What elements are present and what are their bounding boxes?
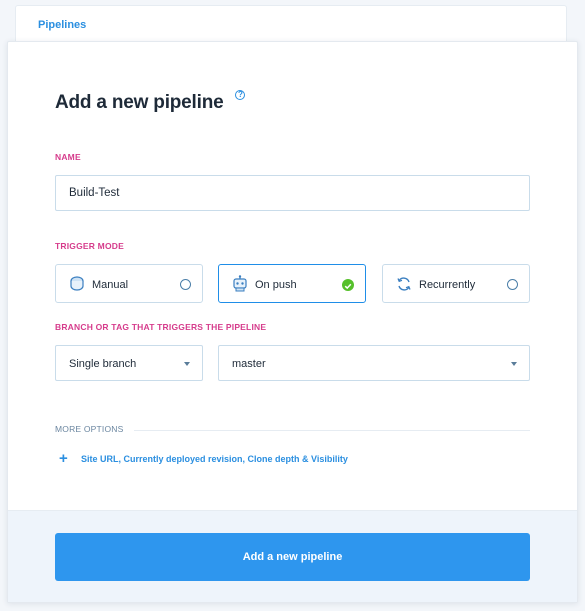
branch-select[interactable]: master — [218, 345, 530, 381]
refresh-icon — [397, 277, 411, 291]
trigger-option-on-push[interactable]: On push — [218, 264, 366, 303]
trigger-option-label: Manual — [92, 279, 129, 291]
title-row: Add a new pipeline ? — [55, 90, 246, 114]
more-options-link[interactable]: + Site URL, Currently deployed revision,… — [59, 450, 348, 467]
page-title: Add a new pipeline — [55, 92, 224, 113]
name-label: NAME — [55, 152, 81, 162]
branch-label: BRANCH OR TAG THAT TRIGGERS THE PIPELINE — [55, 322, 267, 332]
trigger-option-manual[interactable]: Manual — [55, 264, 203, 303]
pipeline-name-input[interactable] — [55, 175, 530, 211]
modal-footer: Add a new pipeline — [8, 510, 577, 602]
add-pipeline-button[interactable]: Add a new pipeline — [55, 533, 530, 581]
trigger-option-label: On push — [255, 279, 297, 291]
manual-icon — [70, 276, 84, 291]
branch-mode-select[interactable]: Single branch — [55, 345, 203, 381]
breadcrumb[interactable]: Pipelines — [38, 19, 86, 31]
add-pipeline-modal: Add a new pipeline ? NAME TRIGGER MODE M… — [7, 41, 578, 603]
branch-value: master — [232, 358, 266, 370]
robot-icon — [233, 275, 247, 292]
more-options-label: MORE OPTIONS — [55, 424, 124, 434]
branch-mode-value: Single branch — [69, 358, 137, 370]
chevron-down-icon — [184, 362, 190, 366]
question-circle-icon[interactable]: ? — [235, 90, 246, 100]
radio-unselected-icon[interactable] — [180, 279, 191, 290]
radio-unselected-icon[interactable] — [507, 279, 518, 290]
chevron-down-icon — [511, 362, 517, 366]
more-options-link-text: Site URL, Currently deployed revision, C… — [81, 454, 348, 464]
plus-icon: + — [59, 450, 68, 467]
trigger-option-label: Recurrently — [419, 279, 476, 291]
check-circle-icon[interactable] — [342, 279, 354, 291]
trigger-mode-label: TRIGGER MODE — [55, 241, 124, 251]
divider — [134, 430, 530, 431]
trigger-option-recurrently[interactable]: Recurrently — [382, 264, 530, 303]
